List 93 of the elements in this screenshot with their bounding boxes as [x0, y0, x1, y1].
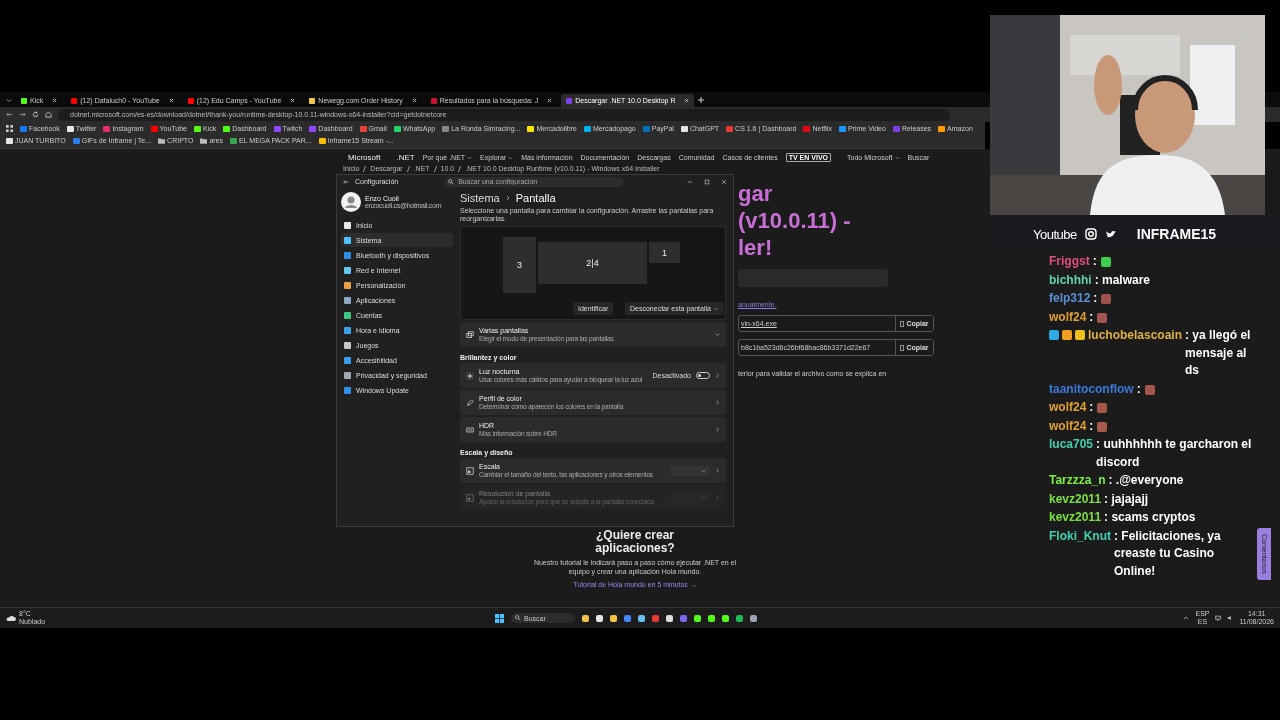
sun-icon: [466, 371, 474, 380]
forward-icon[interactable]: [19, 111, 26, 118]
chat-username[interactable]: wolf24: [1049, 400, 1087, 414]
cloud-icon[interactable]: [6, 614, 16, 622]
new-tab-icon[interactable]: [698, 97, 705, 103]
caret-icon: [508, 155, 514, 160]
bird-icon: [1104, 228, 1117, 240]
tab-list-icon[interactable]: [6, 98, 12, 103]
chevron-icon[interactable]: [715, 427, 720, 432]
chat-username[interactable]: Friggst: [1049, 254, 1090, 268]
chat-message: : Felicitaciones, ya creaste tu Casino Online!: [1114, 527, 1222, 580]
page-title: ler!: [738, 234, 774, 261]
app-icon[interactable]: [582, 614, 589, 622]
chat-username[interactable]: felp312: [1049, 291, 1091, 305]
app-icon[interactable]: [694, 614, 701, 622]
caret-icon: [701, 495, 706, 500]
back-icon[interactable]: [6, 111, 13, 118]
channel-name: INFRAME15: [1136, 226, 1217, 242]
chat-message: : scams cryptos: [1104, 509, 1196, 526]
reload-icon[interactable]: [32, 111, 39, 118]
caret-icon: [894, 155, 900, 160]
page-title: Pantalla: [515, 191, 556, 204]
display-icon: [466, 425, 474, 434]
chat-message: :: [1089, 417, 1094, 435]
monitor-tile[interactable]: 2|4: [538, 242, 647, 284]
chevron-up-icon[interactable]: [1183, 615, 1190, 621]
breadcrumb-link[interactable]: Sistema: [460, 191, 500, 204]
apps-icon[interactable]: [6, 125, 13, 132]
chat-message: :: [1092, 253, 1097, 270]
section-heading: aplicaciones?: [595, 542, 675, 555]
chat-message: : malware: [1094, 271, 1151, 289]
scale-icon: [466, 466, 474, 475]
monitor-tile[interactable]: 1: [649, 242, 680, 263]
chevron-icon[interactable]: [715, 468, 720, 473]
chat-message: : jajajajj: [1104, 490, 1149, 508]
chat-username[interactable]: kevz2011: [1049, 491, 1102, 506]
close-icon[interactable]: [684, 98, 690, 103]
close-icon[interactable]: [168, 98, 174, 103]
caret-icon: [467, 155, 473, 160]
close-icon[interactable]: [52, 98, 58, 103]
chat-username[interactable]: Tarzzza_n: [1049, 473, 1106, 487]
app-icon[interactable]: [666, 614, 673, 622]
scale-icon: [466, 493, 474, 502]
pen-icon: [466, 398, 474, 407]
brand-name: Microsoft: [348, 153, 381, 162]
product-name: .NET: [396, 153, 415, 162]
app-icon[interactable]: [638, 614, 645, 622]
start-icon[interactable]: [495, 613, 504, 623]
chat-username[interactable]: Floki_Knut: [1049, 528, 1111, 543]
maximize-icon[interactable]: [704, 178, 710, 185]
app-icon[interactable]: [708, 614, 715, 622]
chat-username[interactable]: luca705: [1049, 437, 1094, 451]
chat-message: :: [1093, 290, 1098, 307]
monitor-tile[interactable]: 3: [503, 237, 536, 293]
page-title: (v10.0.11) -: [738, 207, 852, 234]
chat-message: : ya llegó el mensaje al ds: [1185, 327, 1252, 379]
chat-message: :: [1136, 380, 1141, 398]
page-title: gar: [738, 180, 774, 207]
close-icon[interactable]: [721, 178, 727, 185]
chat-username[interactable]: kevz2011: [1049, 510, 1102, 524]
chat-message: : uuhhhhhh te garcharon el discord: [1096, 436, 1253, 471]
close-icon[interactable]: [411, 98, 417, 103]
chat-message: :: [1089, 399, 1094, 416]
chat-username[interactable]: wolf24: [1049, 418, 1087, 433]
section-heading: ¿Quiere crear: [595, 529, 674, 542]
close-icon[interactable]: [290, 98, 296, 103]
close-icon[interactable]: [547, 98, 553, 103]
speaker-icon[interactable]: [1227, 615, 1234, 621]
chevron-icon[interactable]: [715, 400, 720, 405]
app-icon[interactable]: [610, 614, 617, 622]
search-icon: [448, 178, 455, 185]
chat-message: : .@everyone: [1108, 472, 1184, 489]
back-icon[interactable]: [343, 178, 349, 185]
caret-icon: [713, 306, 719, 311]
chat-username[interactable]: taanitoconflow: [1049, 381, 1134, 396]
instagram-icon: [1084, 228, 1097, 240]
chevron-icon: [505, 194, 510, 201]
chat-message: :: [1089, 308, 1094, 326]
caret-icon: [701, 468, 706, 473]
app-icon[interactable]: [722, 614, 729, 622]
app-icon[interactable]: [736, 614, 743, 622]
search-icon: [515, 615, 521, 621]
chat-username[interactable]: wolf24: [1049, 309, 1087, 324]
chat-username[interactable]: bichhhi: [1049, 272, 1092, 287]
chat-username[interactable]: luchobelascoain: [1088, 328, 1183, 342]
chevron-down-icon[interactable]: [715, 332, 720, 337]
screens-icon: [466, 330, 474, 339]
chevron-icon[interactable]: [715, 373, 720, 378]
avatar-icon: [341, 192, 361, 212]
app-icon[interactable]: [750, 614, 757, 622]
social-label: Youtube: [1033, 226, 1077, 242]
app-icon[interactable]: [596, 614, 603, 622]
home-icon[interactable]: [45, 111, 52, 118]
